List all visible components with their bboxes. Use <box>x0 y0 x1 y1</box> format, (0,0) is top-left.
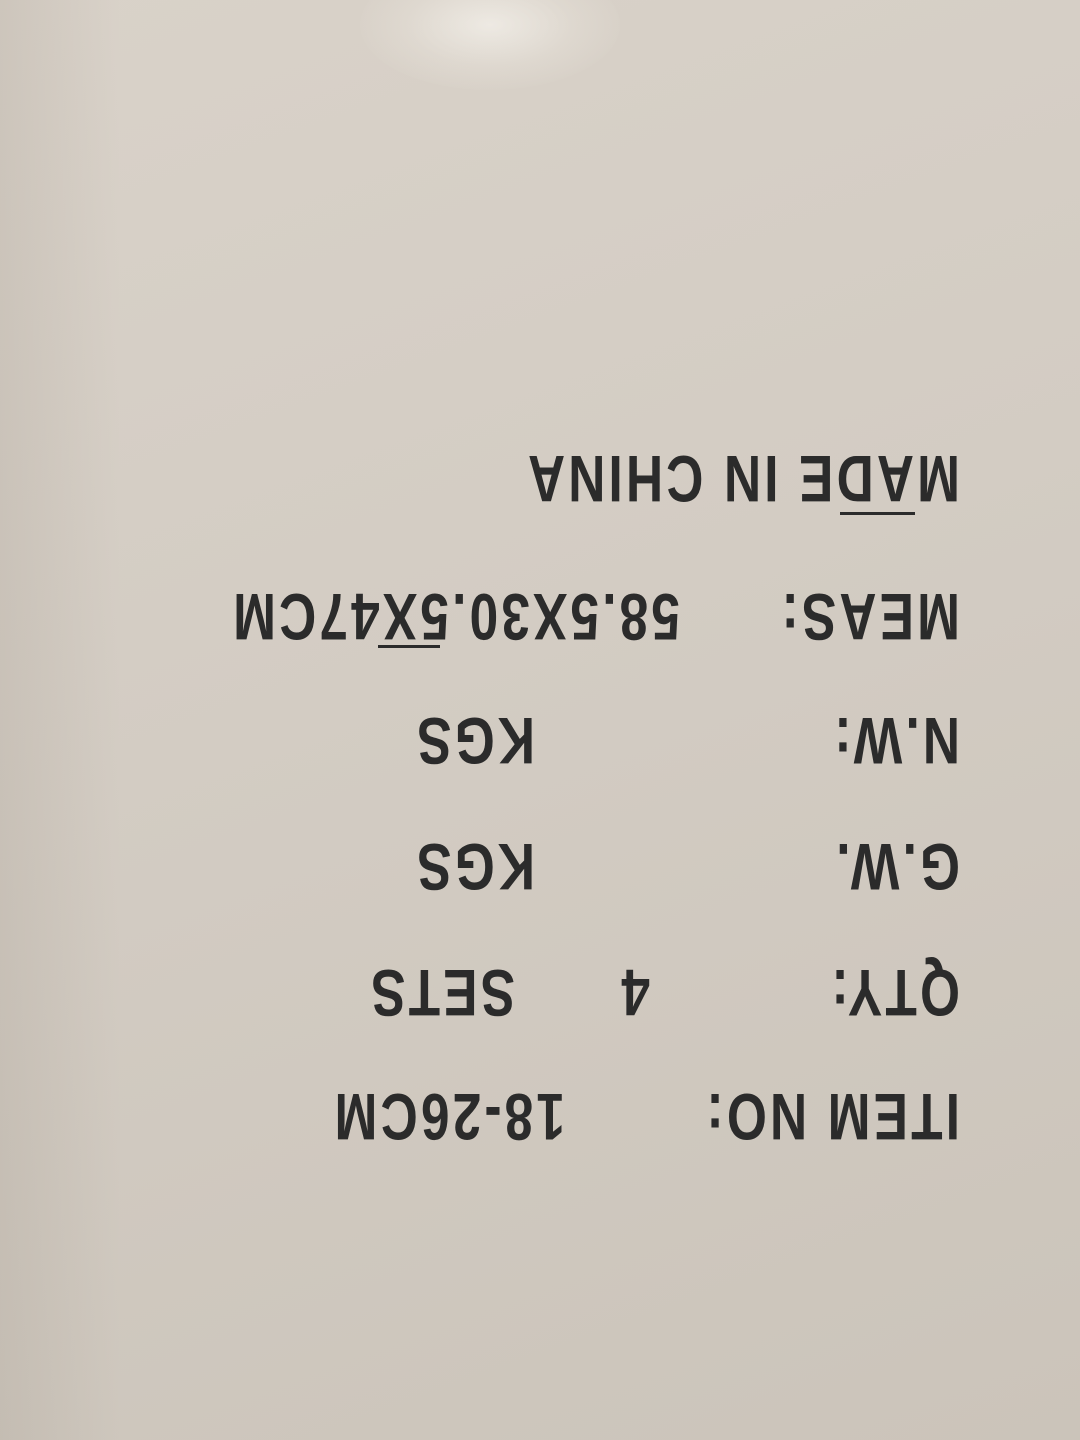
measurement-underline <box>378 645 440 648</box>
gross-weight-unit: KGS <box>414 830 535 904</box>
item-no-value: 18-26CM <box>331 1080 565 1154</box>
qty-label: QTY: <box>828 956 960 1030</box>
gross-weight-label: G.W. <box>833 830 960 904</box>
origin-text: MADE IN CHINA <box>524 442 960 516</box>
origin-underline <box>840 512 915 515</box>
qty-value: 4 <box>618 956 650 1030</box>
measurement-value: 58.5X30.5X47CM <box>229 580 680 654</box>
net-weight-unit: KGS <box>414 704 535 778</box>
net-weight-label: N.W: <box>831 704 960 778</box>
item-no-label: ITEM NO: <box>703 1080 960 1154</box>
shipping-mark: ITEM NO: 18-26CM QTY: 4 SETS G.W. KGS N.… <box>0 0 1080 1440</box>
measurement-label: MEAS: <box>778 580 960 654</box>
qty-unit: SETS <box>368 956 515 1030</box>
cardboard-surface: ITEM NO: 18-26CM QTY: 4 SETS G.W. KGS N.… <box>0 0 1080 1440</box>
